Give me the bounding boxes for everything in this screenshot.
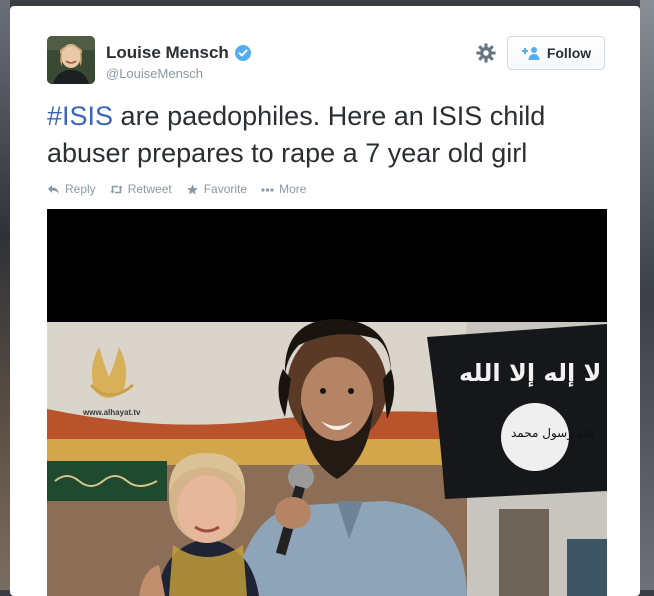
- hashtag-link[interactable]: #ISIS: [47, 101, 113, 131]
- add-user-icon: [521, 47, 540, 60]
- gear-icon[interactable]: [475, 42, 497, 64]
- tweet-text: #ISIS are paedophiles. Here an ISIS chil…: [47, 98, 607, 172]
- follow-button-label: Follow: [546, 45, 592, 61]
- reply-action[interactable]: Reply: [47, 182, 96, 196]
- follow-button[interactable]: Follow: [507, 36, 605, 70]
- photo-scene: www.alhayat.tv لا إله إلا الله الله رسول…: [47, 209, 607, 596]
- more-dots-icon: [261, 187, 274, 192]
- tweet-actions: Reply Retweet Favorite More: [47, 182, 306, 196]
- retweet-label: Retweet: [127, 182, 172, 196]
- background-right: [640, 0, 654, 590]
- author-display-name[interactable]: Louise Mensch: [106, 43, 229, 63]
- verified-badge-icon: [234, 45, 251, 61]
- watermark-text: www.alhayat.tv: [82, 408, 141, 417]
- retweet-action[interactable]: Retweet: [110, 182, 172, 196]
- attached-photo[interactable]: www.alhayat.tv لا إله إلا الله الله رسول…: [47, 209, 607, 596]
- more-action[interactable]: More: [261, 182, 306, 196]
- flag-text: لا إله إلا الله: [459, 359, 601, 387]
- author-handle[interactable]: @LouiseMensch: [106, 66, 203, 81]
- avatar[interactable]: [47, 36, 95, 84]
- background-left: [0, 0, 10, 590]
- flag-seal-text: الله رسول محمد: [511, 426, 594, 441]
- tweet-body: are paedophiles. Here an ISIS child abus…: [47, 101, 546, 168]
- tweet-card: Louise Mensch @LouiseMensch Follow #ISIS…: [10, 6, 640, 596]
- star-icon: [186, 183, 198, 194]
- favorite-action[interactable]: Favorite: [186, 182, 247, 196]
- reply-icon: [48, 184, 59, 194]
- author-row: Louise Mensch: [106, 43, 251, 63]
- more-label: More: [279, 182, 307, 196]
- favorite-label: Favorite: [203, 182, 248, 196]
- retweet-icon: [110, 185, 123, 193]
- reply-label: Reply: [65, 182, 96, 196]
